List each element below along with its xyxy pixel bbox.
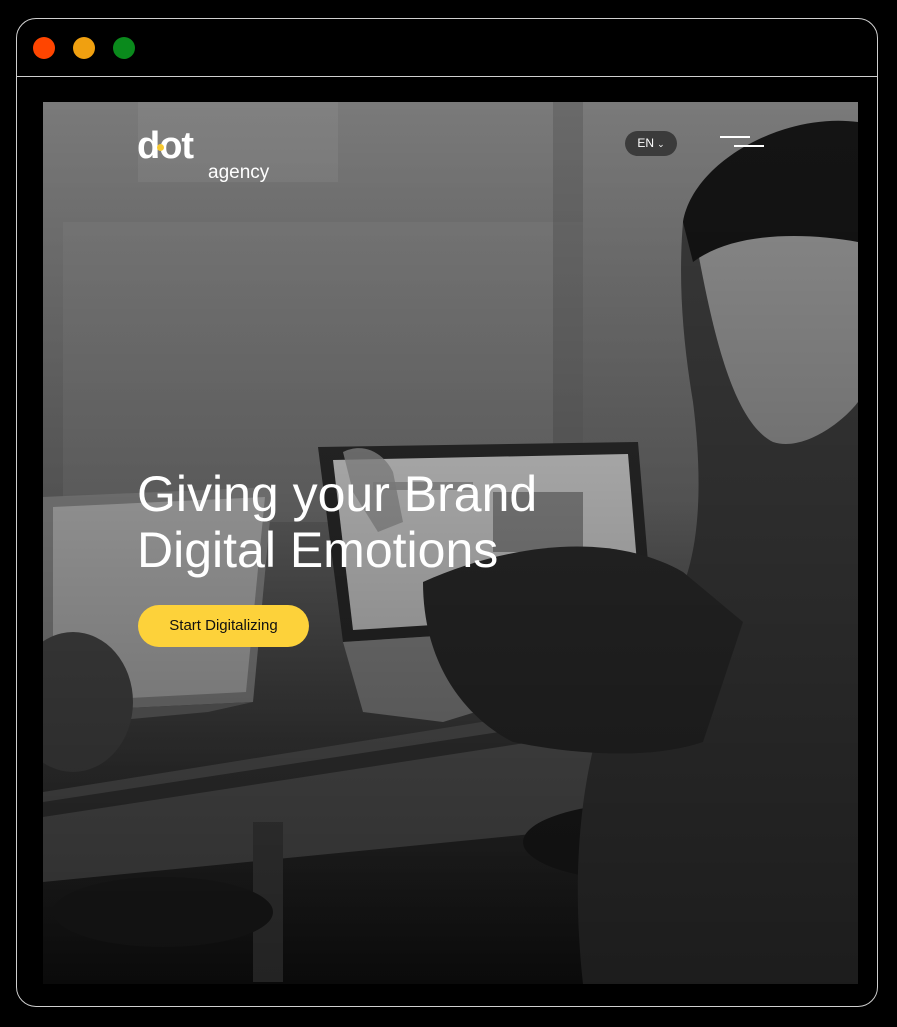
logo-subtitle: agency xyxy=(208,162,270,183)
logo-accent-dot xyxy=(157,144,164,151)
hero-section: dot agency EN ⌄ Giving your Brand Digital… xyxy=(43,102,858,984)
chevron-down-icon: ⌄ xyxy=(657,139,665,149)
hero-headline: Giving your Brand Digital Emotions xyxy=(137,466,657,578)
title-bar xyxy=(17,19,877,77)
menu-line-bottom xyxy=(734,145,764,147)
language-label: EN xyxy=(637,136,655,150)
hamburger-icon[interactable] xyxy=(720,134,765,150)
start-digitalizing-button[interactable]: Start Digitalizing xyxy=(138,605,309,647)
browser-window: dot agency EN ⌄ Giving your Brand Digital… xyxy=(16,18,878,1007)
headline-line-2: Digital Emotions xyxy=(137,521,499,578)
minimize-button[interactable] xyxy=(73,37,95,59)
menu-line-top xyxy=(720,136,750,138)
maximize-button[interactable] xyxy=(113,37,135,59)
close-button[interactable] xyxy=(33,37,55,59)
headline-line-1: Giving your Brand xyxy=(137,465,538,522)
language-selector[interactable]: EN ⌄ xyxy=(625,131,677,156)
logo-wordmark: dot xyxy=(137,125,194,167)
